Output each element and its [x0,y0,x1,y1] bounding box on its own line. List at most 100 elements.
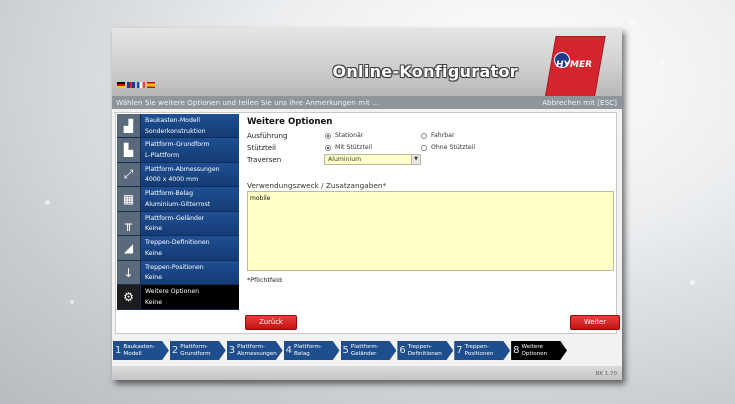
step-label: Positionen [464,350,494,357]
step-label: Optionen [521,350,548,357]
sidebar-item-value: Keine [145,225,163,233]
background-sparkle [45,200,50,205]
step-8[interactable]: 8 Weitere Optionen [511,341,567,360]
step-number: 7 [456,345,463,356]
step-1[interactable]: 1 Baukasten- Modell [113,341,169,360]
main-content: ▟ Baukasten-Modell Sonderkonstruktion ▙ P… [115,112,620,334]
brand-logo-text: HYMER [555,60,593,70]
radio-fahrbar[interactable] [421,133,427,139]
sidebar-item-value: Keine [145,249,163,257]
back-button[interactable]: Zurück [245,315,297,330]
sidebar-item-baukasten-modell[interactable]: ▟ Baukasten-Modell Sonderkonstruktion [117,114,239,139]
radio-stationaer-label: Stationär [335,132,364,139]
background-sparkle [70,300,74,304]
step-label: Treppen- [407,344,433,351]
radio-stationaer[interactable] [325,133,331,139]
usage-textarea[interactable]: mobile [247,191,614,271]
sidebar-item-value: Aluminium-Gitterrost [145,200,211,208]
sidebar-item-value: Sonderkonstruktion [145,127,206,135]
stuetzteil-label: Stützteil [247,144,276,152]
step-label: Plattform- [180,344,209,351]
step-number: 5 [342,345,349,356]
sidebar-item-title: Plattform-Grundform [145,141,210,149]
step-label: Modell [123,350,142,357]
sidebar-item-plattform-gelaender[interactable]: ╥ Plattform-Geländer Keine [117,211,239,237]
step-label: Plattform- [294,344,322,351]
configurator-window: Online-Konfigurator HYMER Wählen Sie wei… [112,28,622,380]
sidebar-item-title: Weitere Optionen [145,288,200,296]
next-button[interactable]: Weiter [570,315,620,330]
language-selector [117,82,155,88]
sidebar-item-plattform-abmessungen[interactable]: ⤢ Plattform-Abmessungen 4000 x 4000 mm [117,162,239,188]
sidebar-item-value: L-Plattform [145,151,180,159]
radio-mit-stuetzteil-label: Mit Stützteil [335,144,373,151]
info-message: Wählen Sie weitere Optionen und teilen S… [116,98,380,107]
step-2[interactable]: 2 Plattform- Grundform [169,341,226,360]
step-label: Abmessungen [237,350,277,357]
flag-en-icon[interactable] [127,82,135,88]
sidebar-item-title: Plattform-Abmessungen [145,165,220,173]
step-number: 1 [115,345,122,356]
step-3[interactable]: 3 Plattform- Abmessungen [226,341,283,360]
radio-fahrbar-label: Fahrbar [431,132,455,139]
sidebar-item-title: Baukasten-Modell [145,117,201,124]
dimensions-icon: ⤢ [117,162,141,187]
step-4[interactable]: 4 Plattform- Belag [283,341,340,360]
sidebar-item-title: Plattform-Geländer [145,214,205,222]
app-header: Online-Konfigurator HYMER [112,28,622,100]
sidebar-item-treppen-positionen[interactable]: ↓ Treppen-Positionen Keine [117,260,239,286]
step-label: Geländer [350,350,377,357]
radio-mit-stuetzteil[interactable] [325,145,331,151]
sidebar: ▟ Baukasten-Modell Sonderkonstruktion ▙ P… [117,114,239,310]
background-sparkle [690,280,695,285]
step-5[interactable]: 5 Plattform- Geländer [340,341,397,360]
traversen-select[interactable]: Aluminium ▼ [324,154,421,165]
step-label: Plattform- [350,344,379,351]
stairs-icon: ◢ [117,236,141,260]
sidebar-item-plattform-belag[interactable]: ▦ Plattform-Belag Aluminium-Gitterrost [117,187,239,212]
gear-icon: ⚙ [117,285,141,309]
step-number: 8 [513,345,520,356]
step-number: 2 [171,345,179,356]
app-title: Online-Konfigurator [332,62,518,81]
step-6[interactable]: 6 Treppen- Definitionen [397,341,454,360]
step-7[interactable]: 7 Treppen- Positionen [454,341,511,360]
sidebar-item-plattform-grundform[interactable]: ▙ Plattform-Grundform L-Plattform [117,138,239,163]
step-label: Plattform- [237,344,265,351]
step-label: Weitere [521,344,543,351]
ausfuehrung-label: Ausführung [247,132,288,140]
sidebar-item-value: Keine [145,274,163,282]
flag-de-icon[interactable] [117,82,125,88]
sidebar-item-value: Keine [145,298,163,306]
abort-link[interactable]: Abbrechen mit [ESC] [542,96,617,109]
step-number: 4 [285,345,292,356]
stairs-model-icon: ▟ [117,114,141,138]
info-bar: Wählen Sie weitere Optionen und teilen S… [112,96,622,109]
step-label: Treppen- [464,344,489,351]
step-number: 6 [399,345,406,356]
panel-title: Weitere Optionen [247,117,333,127]
flag-fr-icon[interactable] [137,82,145,88]
step-label: Definitionen [407,350,442,357]
traversen-label: Traversen [247,156,282,164]
sidebar-item-title: Plattform-Belag [145,190,194,198]
step-label: Grundform [180,350,211,357]
required-note: *Pflichtfeld [247,276,282,284]
step-label: Baukasten- [123,344,155,351]
sidebar-item-title: Treppen-Positionen [145,263,204,271]
sidebar-item-value: 4000 x 4000 mm [145,176,199,184]
grating-icon: ▦ [117,187,141,211]
sidebar-item-title: Treppen-Definitionen [145,239,210,247]
radio-ohne-stuetzteil[interactable] [421,145,427,151]
sidebar-item-weitere-optionen[interactable]: ⚙ Weitere Optionen Keine [117,285,239,310]
chevron-down-icon: ▼ [411,155,420,164]
traversen-select-value: Aluminium [328,156,362,163]
step-label: Belag [294,350,310,357]
l-shape-icon: ▙ [117,138,141,162]
sidebar-item-treppen-definitionen[interactable]: ◢ Treppen-Definitionen Keine [117,236,239,261]
background-sparkle [660,60,664,64]
flag-es-icon[interactable] [147,82,155,88]
step-number: 3 [228,345,236,356]
step-progress-bar: 1 Baukasten- Modell 2 Plattform- Grundform… [113,341,568,360]
arrow-down-icon: ↓ [117,260,141,285]
